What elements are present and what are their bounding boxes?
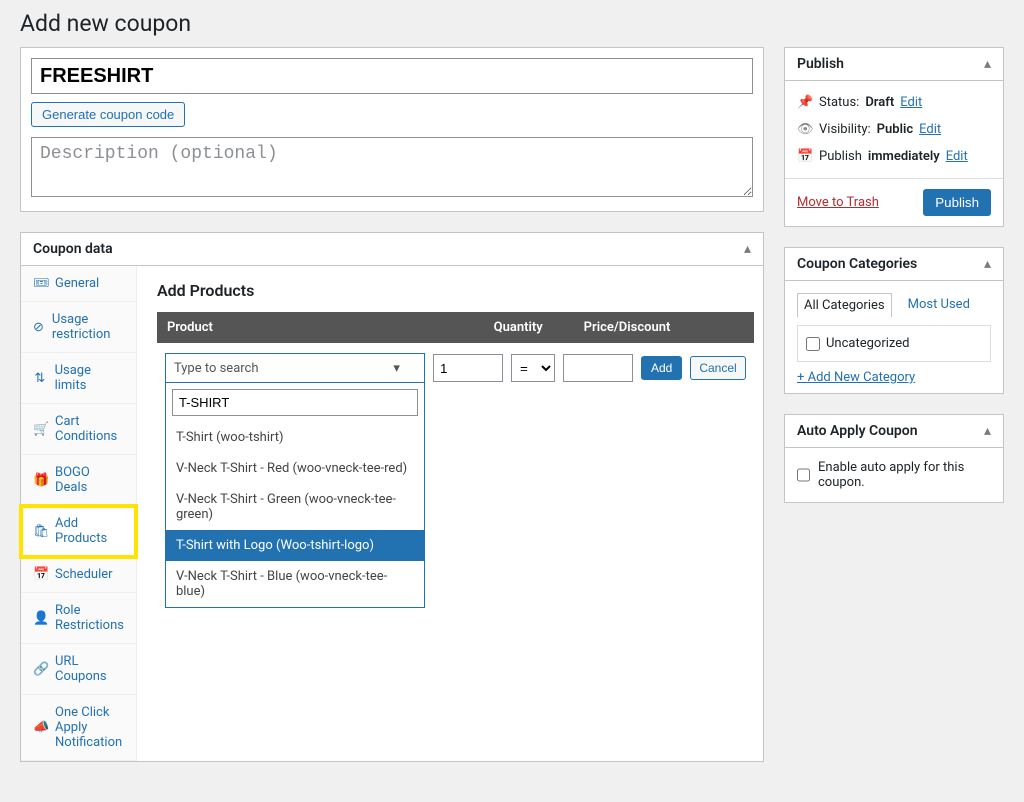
col-header-quantity: Quantity — [484, 312, 574, 343]
coupon-tabs: 🎟 General ⊘ Usage restriction ⇅ Usage limits 🛒… — [21, 266, 137, 761]
tab-icon: 🛒 — [33, 422, 47, 437]
publish-schedule-value: immediately — [868, 149, 940, 164]
tab-label: Role Restrictions — [55, 603, 124, 633]
tab-one-click-apply-notification[interactable]: 📣 One Click Apply Notification — [21, 695, 136, 761]
edit-visibility-link[interactable]: Edit — [919, 122, 941, 137]
coupon-data-title: Coupon data — [33, 241, 113, 257]
tab-icon: 🎟 — [33, 276, 47, 291]
tab-icon: 🔗 — [33, 662, 47, 677]
product-option[interactable]: V-Neck T-Shirt - Blue (woo-vneck-tee-blu… — [166, 561, 424, 607]
add-new-category-link[interactable]: + Add New Category — [797, 370, 915, 385]
auto-apply-panel: Auto Apply Coupon ▴ Enable auto apply fo… — [784, 414, 1004, 503]
tab-icon: 👤 — [33, 611, 47, 626]
categories-tab-all[interactable]: All Categories — [797, 293, 892, 317]
panel-toggle-icon[interactable]: ▴ — [984, 256, 991, 272]
tab-role-restrictions[interactable]: 👤 Role Restrictions — [21, 593, 136, 644]
tab-usage-limits[interactable]: ⇅ Usage limits — [21, 353, 136, 404]
coupon-description-input[interactable] — [31, 137, 753, 197]
generate-coupon-code-button[interactable]: Generate coupon code — [31, 102, 185, 127]
tab-label: Cart Conditions — [55, 414, 124, 444]
status-label: Status: — [819, 95, 859, 110]
category-item: Uncategorized — [806, 334, 982, 353]
panel-toggle-icon[interactable]: ▴ — [744, 241, 751, 257]
title-description-panel: Generate coupon code — [20, 47, 764, 212]
tab-icon: ⊘ — [33, 320, 44, 335]
eye-icon: 👁 — [797, 122, 813, 137]
product-search-dropdown: T-Shirt (woo-tshirt)V-Neck T-Shirt - Red… — [165, 383, 425, 608]
product-option[interactable]: T-Shirt with Logo (Woo-tshirt-logo) — [166, 530, 424, 561]
tab-icon: 🎁 — [33, 473, 47, 488]
product-option[interactable]: T-Shirt (woo-tshirt) — [166, 422, 424, 453]
calendar-icon: 📅 — [797, 149, 813, 164]
categories-title: Coupon Categories — [797, 256, 917, 272]
tab-label: Add Products — [55, 516, 124, 546]
product-search-select[interactable]: Type to search ▾ — [165, 353, 425, 383]
price-operator-select[interactable]: = — [511, 354, 555, 382]
tab-bogo-deals[interactable]: 🎁 BOGO Deals — [21, 455, 136, 506]
auto-apply-label: Enable auto apply for this coupon. — [818, 460, 991, 490]
tab-icon: 📣 — [33, 720, 47, 735]
page-title: Add new coupon — [20, 10, 1004, 37]
move-to-trash-link[interactable]: Move to Trash — [797, 195, 879, 210]
tab-scheduler[interactable]: 📅 Scheduler — [21, 557, 136, 593]
quantity-input[interactable] — [433, 354, 503, 382]
tab-cart-conditions[interactable]: 🛒 Cart Conditions — [21, 404, 136, 455]
add-products-heading: Add Products — [157, 281, 754, 300]
categories-tab-most-used[interactable]: Most Used — [902, 293, 976, 317]
publish-schedule-label: Publish — [819, 149, 862, 164]
panel-toggle-icon[interactable]: ▴ — [984, 56, 991, 72]
status-value: Draft — [865, 95, 894, 110]
tab-add-products[interactable]: 🛍 Add Products — [21, 506, 136, 557]
product-search-input[interactable] — [172, 389, 418, 416]
tab-usage-restriction[interactable]: ⊘ Usage restriction — [21, 302, 136, 353]
product-option[interactable]: V-Neck T-Shirt - Red (woo-vneck-tee-red) — [166, 453, 424, 484]
product-search-placeholder: Type to search — [174, 361, 259, 376]
tab-icon: 🛍 — [33, 524, 47, 539]
tab-general[interactable]: 🎟 General — [21, 266, 136, 302]
publish-panel: Publish ▴ 📌 Status: Draft Edit 👁 Visibil… — [784, 47, 1004, 227]
coupon-code-input[interactable] — [31, 58, 753, 94]
tab-label: Scheduler — [55, 567, 113, 582]
tab-label: BOGO Deals — [55, 465, 124, 495]
product-option[interactable]: V-Neck T-Shirt - Green (woo-vneck-tee-gr… — [166, 484, 424, 530]
tab-content-add-products: Add Products Product Quantity Price/Disc… — [137, 266, 774, 761]
tab-icon: ⇅ — [33, 371, 47, 386]
col-header-product: Product — [157, 312, 484, 343]
visibility-value: Public — [877, 122, 913, 137]
publish-title: Publish — [797, 56, 844, 72]
price-discount-input[interactable] — [563, 354, 633, 382]
edit-schedule-link[interactable]: Edit — [946, 149, 968, 164]
tab-label: Usage limits — [55, 363, 124, 393]
visibility-label: Visibility: — [819, 122, 871, 137]
category-checkbox[interactable] — [806, 337, 820, 351]
tab-label: One Click Apply Notification — [55, 705, 124, 750]
edit-status-link[interactable]: Edit — [900, 95, 922, 110]
auto-apply-title: Auto Apply Coupon — [797, 423, 918, 439]
coupon-data-panel: Coupon data ▴ 🎟 General ⊘ Usage restriction… — [20, 232, 764, 762]
publish-button[interactable]: Publish — [923, 189, 991, 216]
tab-label: Usage restriction — [52, 312, 124, 342]
auto-apply-checkbox[interactable] — [797, 468, 810, 482]
tab-label: General — [55, 276, 99, 291]
tab-label: URL Coupons — [55, 654, 124, 684]
col-header-price: Price/Discount — [574, 312, 754, 343]
add-button[interactable]: Add — [641, 356, 682, 380]
coupon-categories-panel: Coupon Categories ▴ All Categories Most … — [784, 247, 1004, 394]
products-table-header: Product Quantity Price/Discount — [157, 312, 754, 343]
product-form-row: Type to search ▾ T-Shirt (woo-tshirt)V-N… — [157, 343, 754, 393]
pin-icon: 📌 — [797, 95, 813, 110]
cancel-button[interactable]: Cancel — [690, 356, 745, 380]
panel-toggle-icon[interactable]: ▴ — [984, 423, 991, 439]
category-label: Uncategorized — [826, 336, 909, 351]
tab-url-coupons[interactable]: 🔗 URL Coupons — [21, 644, 136, 695]
tab-icon: 📅 — [33, 567, 47, 582]
category-list: Uncategorized — [797, 325, 991, 362]
chevron-down-icon: ▾ — [393, 361, 400, 376]
